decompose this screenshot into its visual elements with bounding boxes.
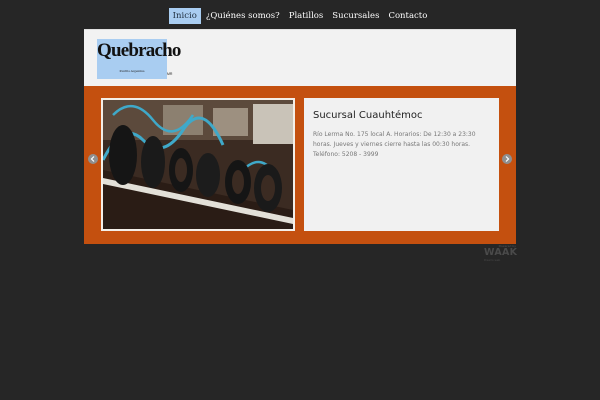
slider-next-button[interactable] [502,154,512,164]
branch-details: Río Lerma No. 175 local A. Horarios: De … [313,131,476,158]
chevron-right-icon [505,156,510,162]
nav-item-contacto[interactable]: Contacto [384,8,431,24]
credit-subtitle: Diseño web [484,258,501,262]
logo-suffix: MR [167,72,173,76]
nav-item-sucursales[interactable]: Sucursales [328,8,383,24]
credit-brand: WAAK [484,247,518,258]
slider-prev-button[interactable] [88,154,98,164]
chevron-left-icon [90,156,95,162]
image-slider: Sucursal Cuauhtémoc Río Lerma No. 175 lo… [84,86,516,244]
main-nav: Inicio ¿Quiénes somos? Platillos Sucursa… [0,8,600,24]
site-header: Quebracho Parrilla Argentina MR [84,29,516,86]
nav-item-inicio[interactable]: Inicio [168,8,201,24]
branch-info-card: Sucursal Cuauhtémoc Río Lerma No. 175 lo… [304,98,499,231]
logo-title: Quebracho [97,40,181,61]
slide-photo [101,98,295,231]
site-credit[interactable]: Powered by WAAK Diseño web [484,244,518,264]
nav-item-quienes-somos[interactable]: ¿Quiénes somos? [202,8,284,24]
logo-subtitle: Parrilla Argentina [119,69,145,73]
nav-item-platillos[interactable]: Platillos [285,8,328,24]
restaurant-photo [103,100,293,229]
branch-title: Sucursal Cuauhtémoc [313,110,423,121]
site-logo[interactable]: Quebracho Parrilla Argentina [97,39,181,79]
